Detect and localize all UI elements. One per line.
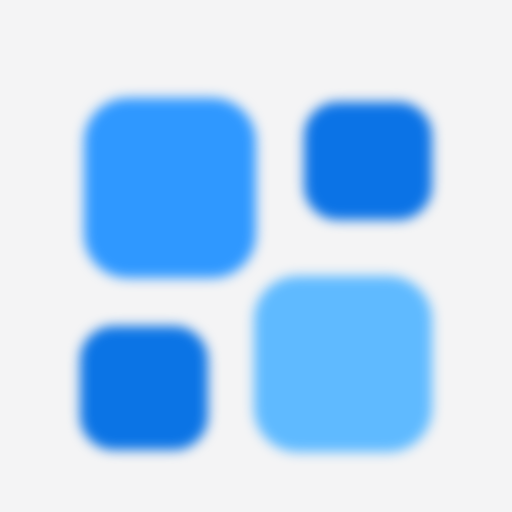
large-bottom-right-tile-icon xyxy=(254,276,432,452)
app-icon-canvas xyxy=(0,0,512,512)
small-top-right-tile-icon xyxy=(304,102,432,220)
large-top-left-tile-icon xyxy=(84,98,256,278)
small-bottom-left-tile-icon xyxy=(80,326,208,450)
